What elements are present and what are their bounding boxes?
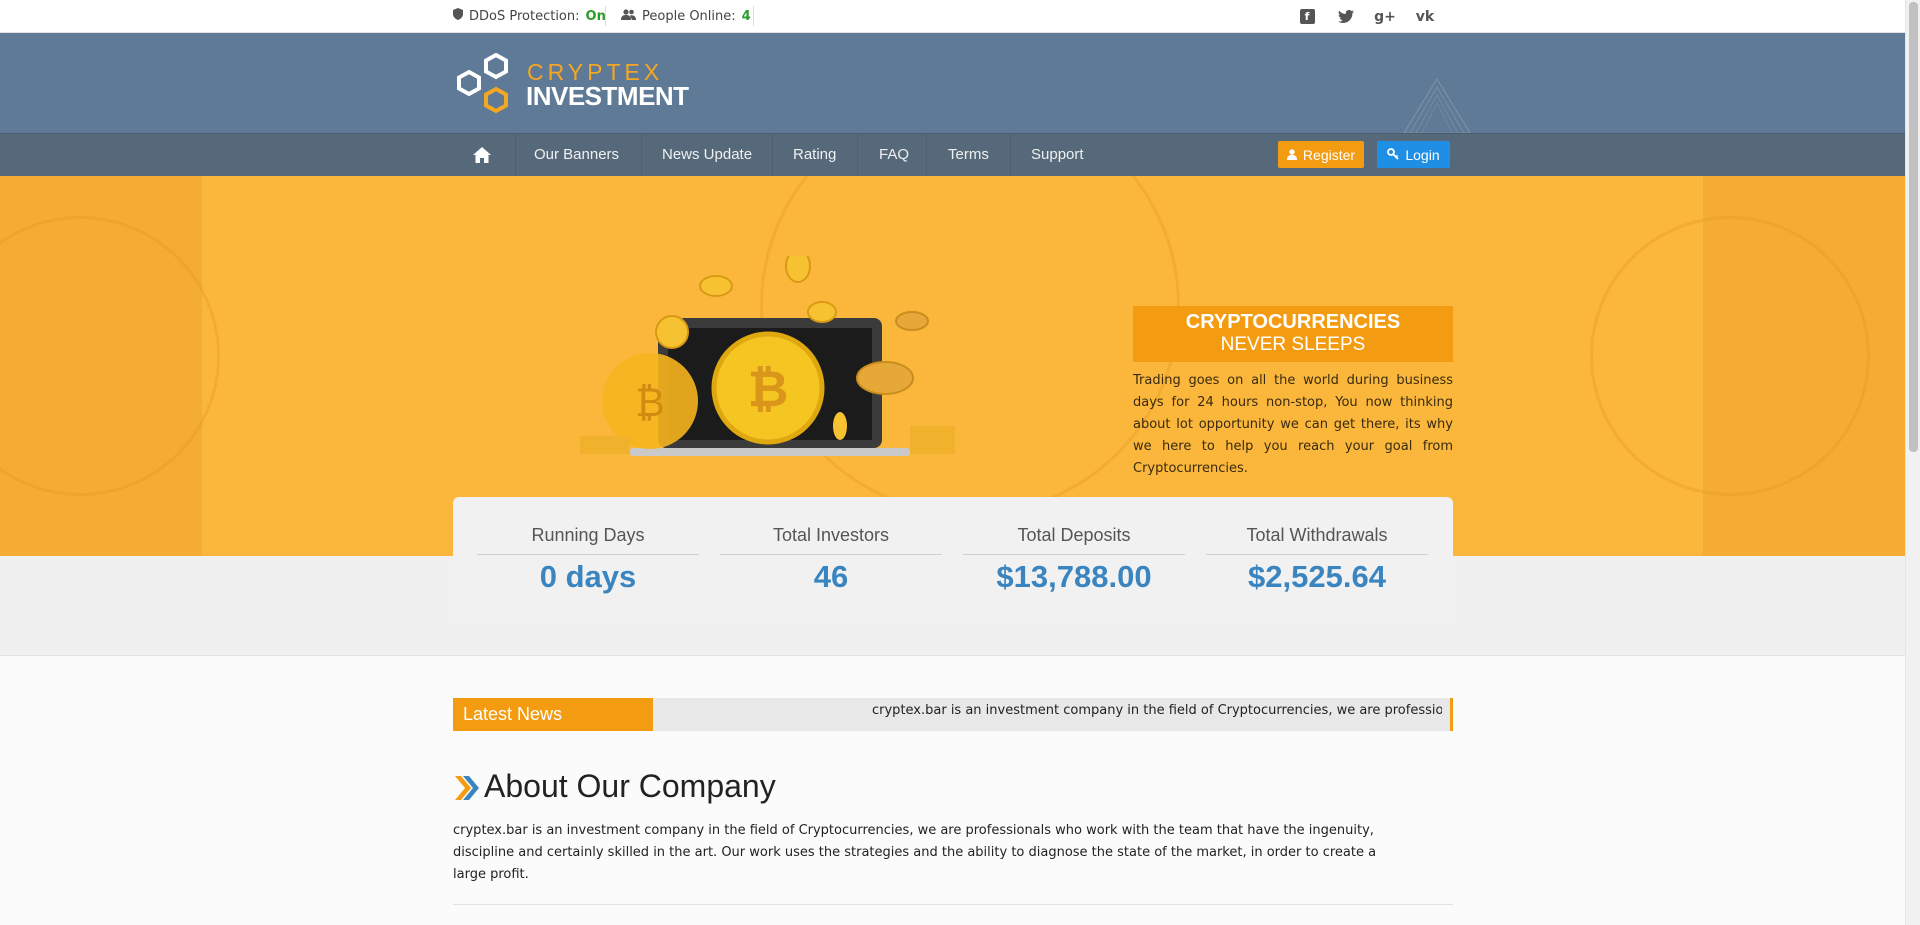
nav-divider (1010, 134, 1011, 176)
promo-subtitle: NEVER SLEEPS (1220, 334, 1366, 355)
hexagon-logo-icon (457, 53, 508, 113)
promo-title: CRYPTOCURRENCIES (1185, 311, 1401, 333)
ddos-value: On (585, 8, 606, 24)
triangle-decoration (1404, 79, 1470, 133)
stat-value: $2,525.64 (1248, 559, 1386, 594)
register-button[interactable]: Register (1278, 141, 1364, 168)
vk-icon[interactable]: vk (1411, 0, 1439, 33)
twitter-icon[interactable] (1332, 0, 1360, 33)
divider (753, 6, 754, 26)
facebook-icon[interactable]: f (1293, 0, 1321, 33)
register-label: Register (1302, 146, 1356, 163)
page-scrollbar[interactable] (1905, 0, 1920, 925)
key-icon (1387, 147, 1399, 163)
double-chevron-icon (455, 776, 479, 800)
stat-value: 46 (813, 559, 849, 594)
logo-text-investment: INVESTMENT (526, 81, 689, 111)
promo-text: Trading goes on all the world during bus… (1133, 373, 1453, 476)
site-header: CRYPTEX INVESTMENT (0, 33, 1905, 133)
stat-total-deposits: Total Deposits $13,788.00 (963, 525, 1185, 595)
users-icon (621, 8, 636, 24)
divider (453, 904, 1453, 905)
google-plus-icon[interactable]: g+ (1371, 0, 1399, 33)
background-coin (1590, 216, 1870, 496)
nav-divider (857, 134, 858, 176)
news-ticker[interactable]: cryptex.bar is an investment company in … (653, 698, 1453, 731)
stat-total-withdrawals: Total Withdrawals $2,525.64 (1206, 525, 1428, 595)
nav-divider (926, 134, 927, 176)
stat-label: Total Withdrawals (1206, 525, 1428, 555)
login-label: Login (1405, 146, 1440, 163)
nav-divider (641, 134, 642, 176)
stat-label: Total Deposits (963, 525, 1185, 555)
login-button[interactable]: Login (1377, 141, 1450, 168)
nav-terms[interactable]: Terms (948, 134, 989, 176)
nav-divider (772, 134, 773, 176)
ddos-status: DDoS Protection: On (453, 0, 606, 32)
nav-news-update[interactable]: News Update (662, 134, 752, 176)
svg-text:₿: ₿ (635, 380, 665, 426)
stat-value: 0 days (539, 559, 637, 594)
online-label: People Online: (642, 8, 736, 24)
scrollbar-thumb[interactable] (1909, 2, 1918, 452)
stat-value: $13,788.00 (996, 559, 1152, 594)
people-online: People Online: 4 (621, 0, 751, 32)
nav-support[interactable]: Support (1031, 134, 1084, 176)
promo-heading: CRYPTOCURRENCIES NEVER SLEEPS (1133, 306, 1453, 362)
stat-running-days: Running Days 0 days (477, 525, 699, 595)
stat-label: Running Days (477, 525, 699, 555)
top-bar: DDoS Protection: On People Online: 4 f g… (0, 0, 1905, 33)
latest-news-label: Latest News (453, 698, 653, 731)
divider (605, 6, 606, 26)
stat-label: Total Investors (720, 525, 942, 555)
main-nav: Our Banners News Update Rating FAQ Terms… (0, 133, 1905, 176)
nav-faq[interactable]: FAQ (879, 134, 909, 176)
nav-our-banners[interactable]: Our Banners (534, 134, 619, 176)
nav-rating[interactable]: Rating (793, 134, 836, 176)
news-ticker-text[interactable]: cryptex.bar is an investment company in … (872, 698, 1442, 724)
nav-divider (515, 134, 516, 176)
site-logo[interactable]: CRYPTEX INVESTMENT (453, 53, 689, 113)
about-title: About Our Company (484, 768, 776, 804)
stat-total-investors: Total Investors 46 (720, 525, 942, 595)
svg-text:₿: ₿ (748, 360, 789, 418)
bitcoin-laptop-illustration: ₿ ₿ (580, 256, 955, 456)
online-count: 4 (741, 8, 751, 24)
user-icon (1286, 147, 1297, 163)
ddos-label: DDoS Protection: (469, 8, 580, 24)
about-text: cryptex.bar is an investment company in … (453, 823, 1377, 882)
home-icon[interactable] (473, 134, 493, 176)
stats-panel: Running Days 0 days Total Investors 46 T… (453, 497, 1453, 625)
shield-icon (453, 8, 463, 24)
